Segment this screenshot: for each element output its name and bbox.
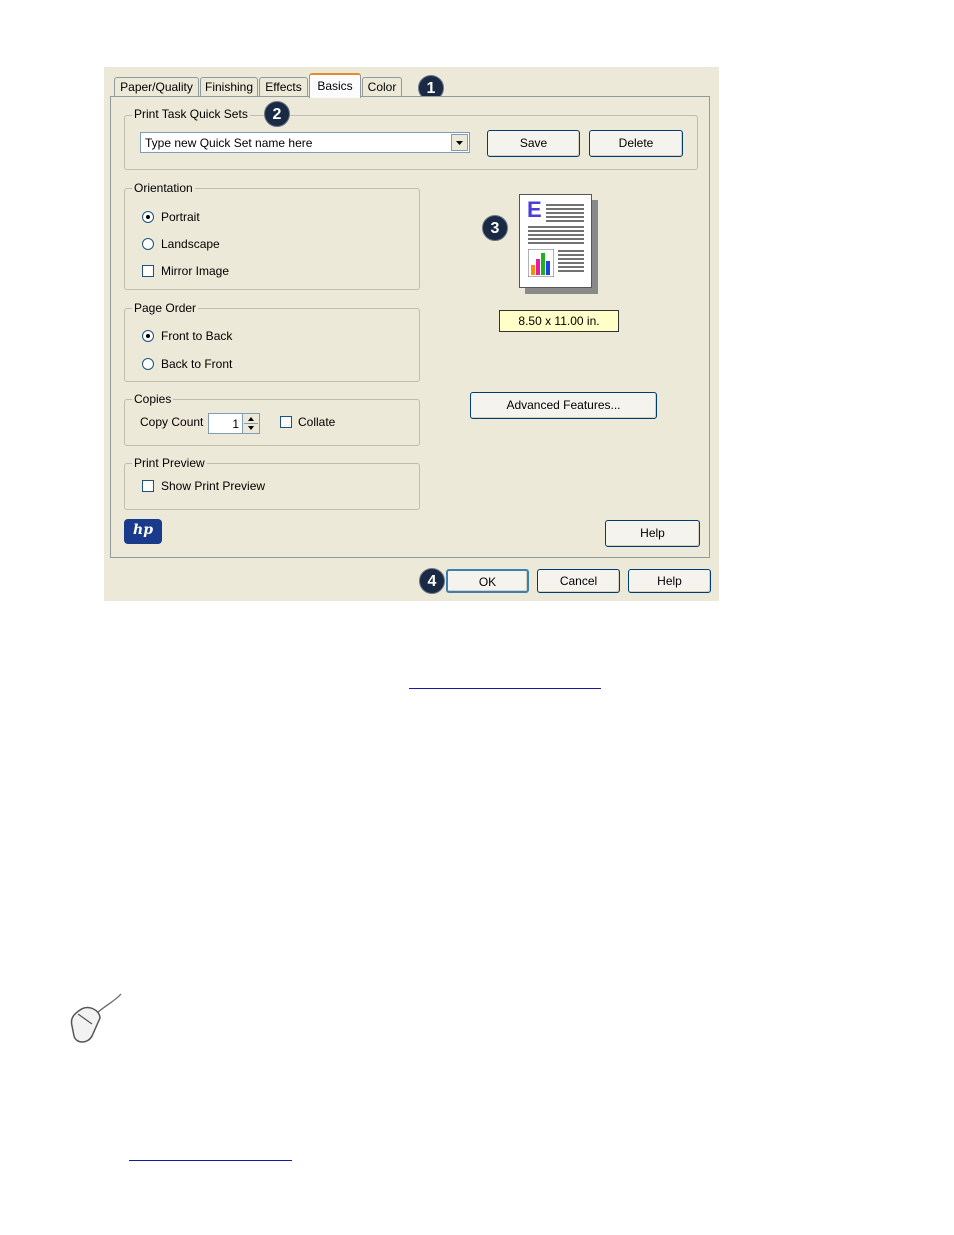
page-order-legend: Page Order — [132, 301, 199, 315]
callout-2-badge: 2 — [264, 101, 290, 127]
ok-button[interactable]: OK — [446, 569, 529, 593]
tab-paper-quality[interactable]: Paper/Quality — [114, 77, 199, 96]
hyperlink-underline-bottom[interactable] — [129, 1160, 292, 1161]
show-print-preview-checkbox[interactable] — [142, 480, 154, 492]
print-preview-legend: Print Preview — [132, 456, 207, 470]
portrait-label: Portrait — [161, 210, 200, 224]
front-to-back-radio[interactable] — [142, 330, 154, 342]
mouse-icon — [70, 993, 122, 1043]
landscape-radio[interactable] — [142, 238, 154, 250]
hyperlink-underline[interactable] — [409, 688, 601, 689]
page-preview-image: E — [519, 194, 592, 288]
portrait-radio[interactable] — [142, 211, 154, 223]
tab-finishing[interactable]: Finishing — [200, 77, 258, 96]
callout-4-badge: 4 — [419, 568, 445, 594]
mirror-image-label: Mirror Image — [161, 264, 230, 278]
advanced-features-button[interactable]: Advanced Features... — [470, 392, 657, 419]
copies-legend: Copies — [132, 392, 174, 406]
quick-set-name-input[interactable]: Type new Quick Set name here — [145, 136, 312, 150]
collate-label: Collate — [298, 415, 336, 429]
mirror-image-checkbox[interactable] — [142, 265, 154, 277]
tab-color[interactable]: Color — [362, 77, 402, 96]
spinner-arrows-icon — [244, 417, 258, 430]
copy-count-spinner[interactable] — [242, 414, 259, 433]
hp-logo-text: hp — [133, 522, 153, 538]
footer-help-button[interactable]: Help — [628, 569, 711, 593]
delete-button[interactable]: Delete — [589, 130, 683, 157]
hp-logo: hp — [124, 519, 162, 544]
cancel-button[interactable]: Cancel — [537, 569, 620, 593]
copy-count-value[interactable]: 1 — [232, 417, 239, 431]
quick-set-name-combobox[interactable]: Type new Quick Set name here — [140, 132, 470, 153]
chevron-down-icon — [456, 141, 463, 145]
front-to-back-label: Front to Back — [161, 329, 233, 343]
collate-checkbox[interactable] — [280, 416, 292, 428]
paper-size-label: 8.50 x 11.00 in. — [499, 310, 619, 332]
tab-basics[interactable]: Basics — [309, 73, 361, 98]
combobox-dropdown-button[interactable] — [451, 134, 468, 151]
show-print-preview-label: Show Print Preview — [161, 479, 266, 493]
callout-3-badge: 3 — [482, 215, 508, 241]
save-button[interactable]: Save — [487, 130, 580, 157]
bar-chart-icon — [528, 249, 554, 277]
back-to-front-radio[interactable] — [142, 358, 154, 370]
back-to-front-label: Back to Front — [161, 357, 233, 371]
copy-count-stepper[interactable]: 1 — [208, 413, 260, 434]
copy-count-label: Copy Count — [140, 415, 204, 429]
help-button[interactable]: Help — [605, 520, 700, 547]
quick-sets-legend: Print Task Quick Sets — [132, 107, 250, 121]
landscape-label: Landscape — [161, 237, 220, 251]
tab-effects[interactable]: Effects — [259, 77, 308, 96]
orientation-legend: Orientation — [132, 181, 195, 195]
